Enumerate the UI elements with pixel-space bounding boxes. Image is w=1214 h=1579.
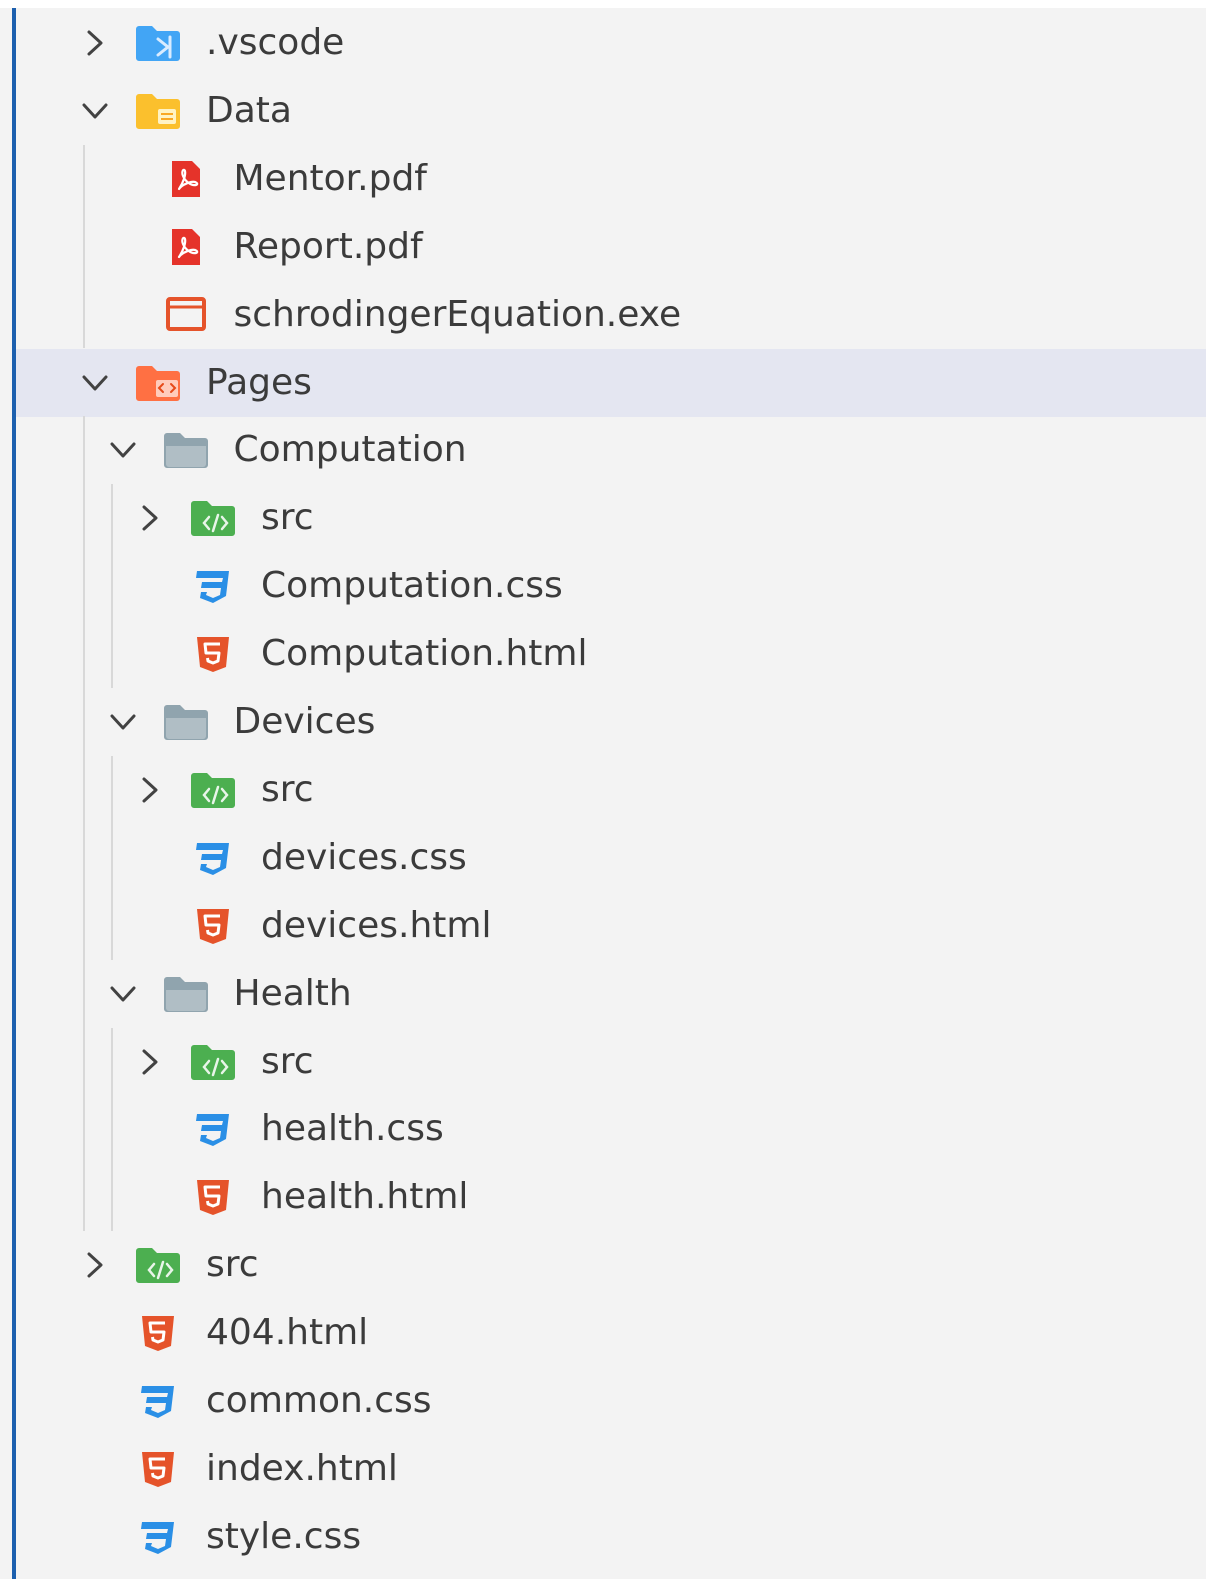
item-label: index.html [206, 1447, 398, 1489]
css-icon [189, 1109, 237, 1149]
exe-icon [162, 295, 210, 335]
chevron-down-icon[interactable] [78, 94, 112, 128]
pdf-icon [162, 227, 210, 267]
chevron-down-icon[interactable] [106, 433, 140, 467]
item-label: Health [233, 972, 352, 1014]
item-label: src [206, 1244, 259, 1286]
html-icon [189, 1177, 237, 1217]
src-folder-icon [134, 1245, 182, 1285]
chevron-down-icon[interactable] [106, 977, 140, 1011]
item-label: style.css [206, 1515, 362, 1557]
item-label: devices.html [261, 904, 492, 946]
item-label: 404.html [206, 1312, 369, 1354]
css-icon [134, 1381, 182, 1421]
css-icon [189, 838, 237, 878]
folder-row-src-18[interactable]: src [16, 1231, 1206, 1299]
item-label: Report.pdf [233, 225, 423, 267]
html-icon [189, 634, 237, 674]
indent-guide [110, 755, 113, 960]
folder-row-computation-6[interactable]: Computation [16, 416, 1206, 484]
folder-row-src-11[interactable]: src [16, 756, 1206, 824]
css-icon [189, 566, 237, 606]
item-label: src [261, 768, 314, 810]
data-folder-icon [134, 91, 182, 131]
folder-row-src-15[interactable]: src [16, 1028, 1206, 1096]
pages-folder-icon [134, 363, 182, 403]
file-row-health-css-16[interactable]: health.css [16, 1095, 1206, 1163]
file-row-common-css-20[interactable]: common.css [16, 1367, 1206, 1435]
file-row-mentor-pdf-2[interactable]: Mentor.pdf [16, 145, 1206, 213]
item-label: common.css [206, 1380, 432, 1421]
folder-row-devices-10[interactable]: Devices [16, 688, 1206, 756]
chevron-right-icon[interactable] [133, 1045, 167, 1079]
folder-row-pages-5[interactable]: Pages [16, 348, 1206, 417]
file-row-schrodingerequation-exe-4[interactable]: schrodingerEquation.exe [16, 281, 1206, 349]
file-row-index-html-21[interactable]: index.html [16, 1435, 1206, 1503]
folder-row-src-7[interactable]: src [16, 484, 1206, 552]
item-label: schrodingerEquation.exe [233, 293, 682, 335]
indent-guide [83, 416, 85, 1232]
item-label: Pages [206, 361, 312, 403]
item-label: .vscode [206, 22, 345, 63]
file-row-computation-html-9[interactable]: Computation.html [16, 620, 1206, 688]
pdf-icon [162, 159, 210, 199]
file-tree: .vscode Data Mentor.pdf Report.pdf schroding… [0, 8, 1206, 1579]
item-label: Data [206, 89, 292, 131]
chevron-down-icon[interactable] [106, 705, 140, 739]
item-label: src [261, 497, 314, 539]
html-icon [134, 1313, 182, 1353]
item-label: devices.css [261, 836, 467, 878]
chevron-right-icon[interactable] [78, 26, 112, 60]
chevron-right-icon[interactable] [133, 773, 167, 807]
folder-row-vscode-0[interactable]: .vscode [16, 9, 1206, 77]
file-row-style-css-22[interactable]: style.css [16, 1503, 1206, 1571]
src-folder-icon [189, 770, 237, 810]
item-label: health.css [261, 1108, 444, 1150]
item-label: Computation.css [261, 565, 563, 607]
file-explorer: .vscode Data Mentor.pdf Report.pdf schroding… [0, 8, 1206, 1579]
item-label: src [261, 1040, 314, 1082]
file-row-devices-css-12[interactable]: devices.css [16, 824, 1206, 892]
css-icon [134, 1517, 182, 1557]
item-label: Devices [233, 701, 376, 742]
html-icon [189, 906, 237, 946]
vscode-folder-icon [134, 23, 182, 63]
indent-guide [110, 1027, 113, 1232]
item-label: Computation [233, 429, 467, 471]
indent-guide [83, 144, 85, 349]
html-icon [134, 1449, 182, 1489]
file-row-devices-html-13[interactable]: devices.html [16, 892, 1206, 960]
item-label: health.html [261, 1176, 469, 1218]
file-row-computation-css-8[interactable]: Computation.css [16, 552, 1206, 620]
src-folder-icon [189, 1042, 237, 1082]
chevron-right-icon[interactable] [133, 501, 167, 535]
folder-row-data-1[interactable]: Data [16, 77, 1206, 145]
src-folder-icon [189, 498, 237, 538]
chevron-down-icon[interactable] [78, 366, 112, 400]
item-label: Computation.html [261, 633, 588, 675]
indent-guide [110, 484, 113, 688]
item-label: Mentor.pdf [233, 157, 427, 199]
file-row-404-html-19[interactable]: 404.html [16, 1299, 1206, 1367]
folder-icon [162, 974, 210, 1014]
folder-icon [162, 430, 210, 470]
file-row-health-html-17[interactable]: health.html [16, 1163, 1206, 1231]
chevron-right-icon[interactable] [78, 1248, 112, 1282]
folder-row-health-14[interactable]: Health [16, 960, 1206, 1028]
folder-icon [162, 702, 210, 742]
file-row-report-pdf-3[interactable]: Report.pdf [16, 213, 1206, 281]
